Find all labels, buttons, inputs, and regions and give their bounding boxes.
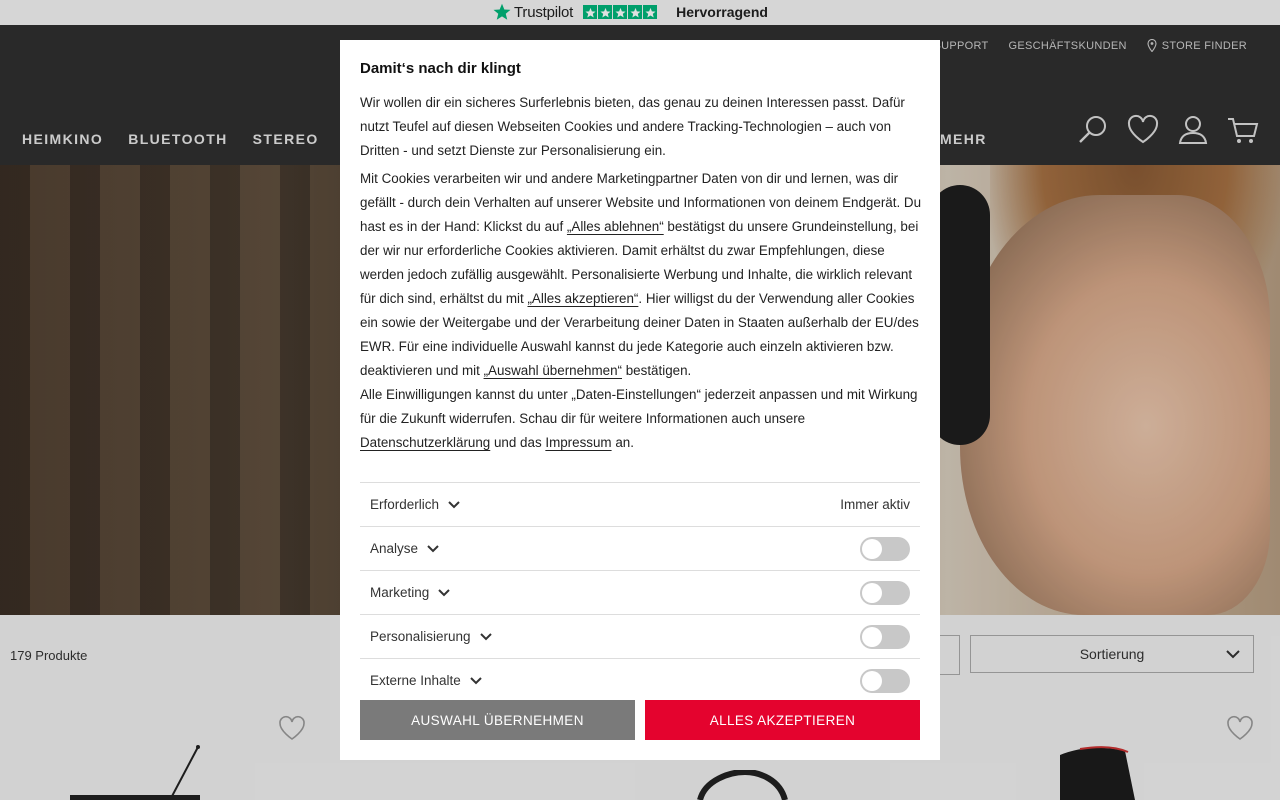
accept-all-link[interactable]: „Alles akzeptieren“ (527, 291, 638, 306)
cookie-categories: Erforderlich Immer aktiv Analyse Marketi… (360, 482, 920, 702)
category-label: Analyse (370, 541, 419, 556)
chevron-down-icon[interactable] (479, 630, 493, 644)
text-segment: und das (490, 435, 546, 450)
category-label: Erforderlich (370, 497, 440, 512)
text-segment: an. (611, 435, 634, 450)
toggle-knob (862, 538, 882, 559)
personalization-toggle[interactable] (860, 624, 910, 649)
cookie-consent-dialog: Damit‘s nach dir klingt Wir wollen dir e… (340, 40, 940, 760)
category-analytics[interactable]: Analyse (360, 526, 920, 570)
chevron-down-icon[interactable] (469, 674, 483, 688)
imprint-link[interactable]: Impressum (545, 435, 611, 450)
toggle-knob (862, 670, 882, 691)
reject-all-link[interactable]: „Alles ablehnen“ (567, 219, 664, 234)
always-active-label: Immer aktiv (840, 497, 910, 512)
category-label: Marketing (370, 585, 430, 600)
category-external-content[interactable]: Externe Inhalte (360, 658, 920, 702)
toggle-knob (862, 626, 882, 647)
accept-all-button[interactable]: ALLES AKZEPTIEREN (645, 700, 920, 740)
chevron-down-icon[interactable] (426, 542, 440, 556)
category-marketing[interactable]: Marketing (360, 570, 920, 614)
explanation-paragraph: Mit Cookies verarbeiten wir und andere M… (360, 167, 922, 383)
privacy-policy-link[interactable]: Datenschutzerklärung (360, 435, 490, 450)
revocation-paragraph: Alle Einwilligungen kannst du unter „Dat… (360, 383, 922, 455)
intro-paragraph: Wir wollen dir ein sicheres Surferlebnis… (360, 95, 905, 158)
dialog-title: Damit‘s nach dir klingt (360, 60, 521, 77)
dialog-text: Wir wollen dir ein sicheres Surferlebnis… (360, 91, 922, 455)
toggle-knob (862, 582, 882, 603)
chevron-down-icon[interactable] (437, 586, 451, 600)
category-required[interactable]: Erforderlich Immer aktiv (360, 482, 920, 526)
save-selection-button[interactable]: AUSWAHL ÜBERNEHMEN (360, 700, 635, 740)
marketing-toggle[interactable] (860, 580, 910, 605)
category-label: Externe Inhalte (370, 673, 461, 688)
category-personalization[interactable]: Personalisierung (360, 614, 920, 658)
text-segment: Alle Einwilligungen kannst du unter „Dat… (360, 387, 918, 426)
category-label: Personalisierung (370, 629, 471, 644)
save-selection-link[interactable]: „Auswahl übernehmen“ (484, 363, 622, 378)
text-segment: bestätigen. (622, 363, 692, 378)
external-content-toggle[interactable] (860, 668, 910, 693)
analytics-toggle[interactable] (860, 536, 910, 561)
chevron-down-icon[interactable] (447, 498, 461, 512)
